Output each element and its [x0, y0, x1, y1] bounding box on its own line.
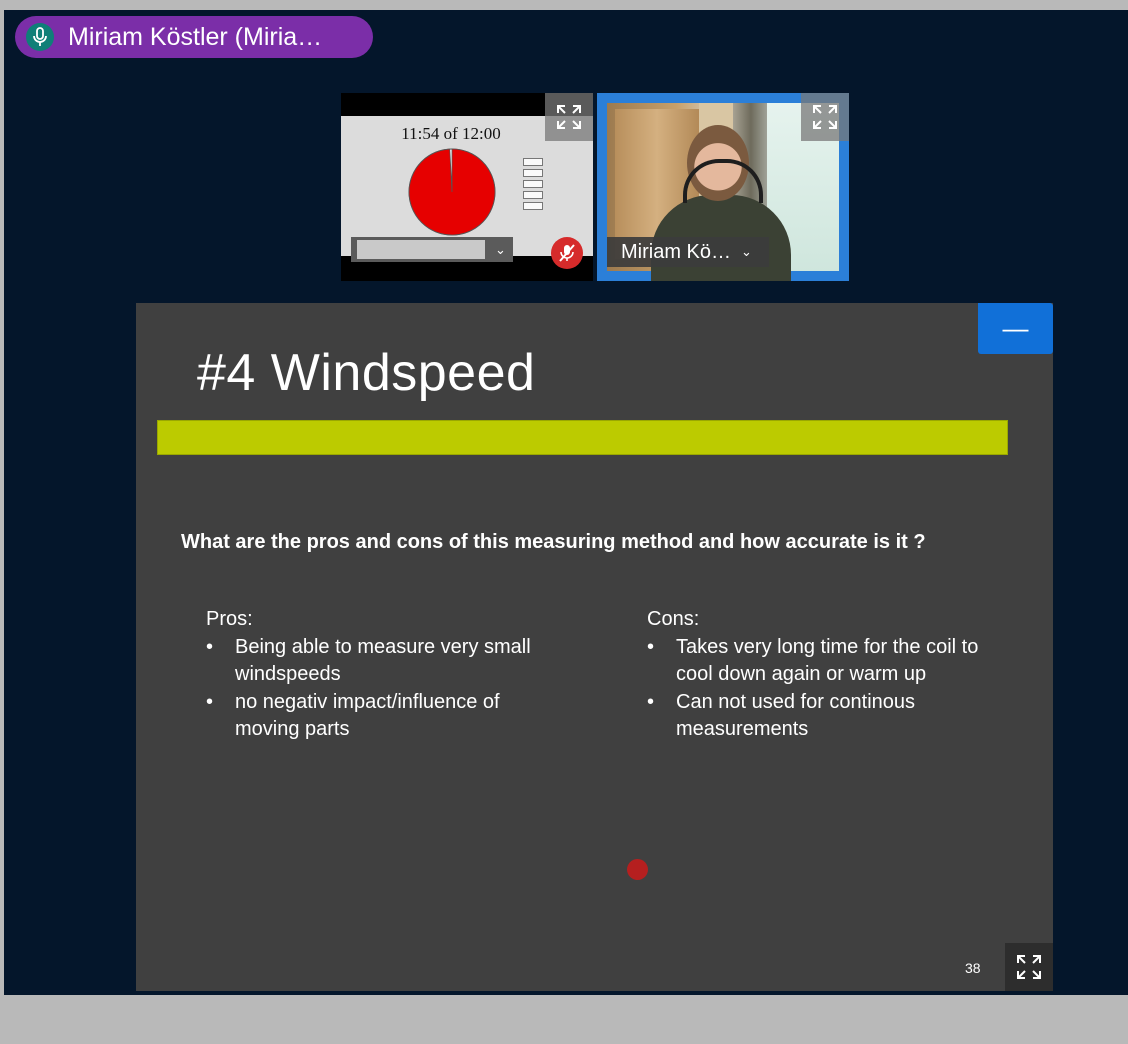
active-speaker-pill[interactable]: Miriam Köstler (Miria…: [15, 16, 373, 58]
collapse-button[interactable]: —: [978, 303, 1053, 354]
pros-item: Being able to measure very small windspe…: [206, 634, 536, 689]
participant-name: Miriam Kö…: [621, 240, 732, 263]
cons-heading: Cons:: [647, 608, 700, 630]
chevron-down-icon[interactable]: ⌄: [495, 242, 506, 258]
expand-icon[interactable]: [545, 93, 593, 141]
cons-item: Takes very long time for the coil to coo…: [647, 634, 987, 689]
screen-share-label[interactable]: ⌄: [351, 237, 513, 262]
slide-question: What are the pros and cons of this measu…: [181, 531, 926, 553]
cons-item: Can not used for continous measurements: [647, 689, 987, 744]
timer-elapsed-slice: [408, 148, 496, 236]
slide-title: #4 Windspeed: [197, 344, 536, 402]
fullscreen-icon[interactable]: [1005, 943, 1053, 991]
presentation-slide: #4 Windspeed What are the pros and cons …: [136, 303, 1053, 991]
active-speaker-name: Miriam Köstler (Miria…: [68, 22, 323, 51]
meeting-stage: Miriam Köstler (Miria… 11:54 of 12:00 ⌄: [4, 10, 1128, 995]
pros-column: Pros: Being able to measure very small w…: [206, 606, 536, 744]
screen-share-tile[interactable]: 11:54 of 12:00 ⌄: [341, 93, 593, 281]
expand-icon[interactable]: [801, 93, 849, 141]
title-accent-bar: [157, 420, 1008, 455]
timer-pie: [408, 148, 496, 236]
pros-heading: Pros:: [206, 608, 253, 630]
screen-share-label-value: [357, 240, 485, 259]
timer-text: 11:54 of 12:00: [401, 124, 501, 143]
chevron-down-icon[interactable]: ⌄: [741, 244, 752, 260]
participant-name-bar[interactable]: Miriam Kö… ⌄: [607, 237, 769, 267]
microphone-icon: [26, 23, 54, 51]
muted-mic-icon: [551, 237, 583, 269]
participant-video-tile[interactable]: Miriam Kö… ⌄: [597, 93, 849, 281]
cons-column: Cons: Takes very long time for the coil …: [647, 606, 987, 744]
pros-item: no negativ impact/influence of moving pa…: [206, 689, 536, 744]
laser-pointer: [627, 859, 648, 880]
timer-controls: [523, 158, 543, 213]
slide-page-number: 38: [965, 960, 981, 976]
